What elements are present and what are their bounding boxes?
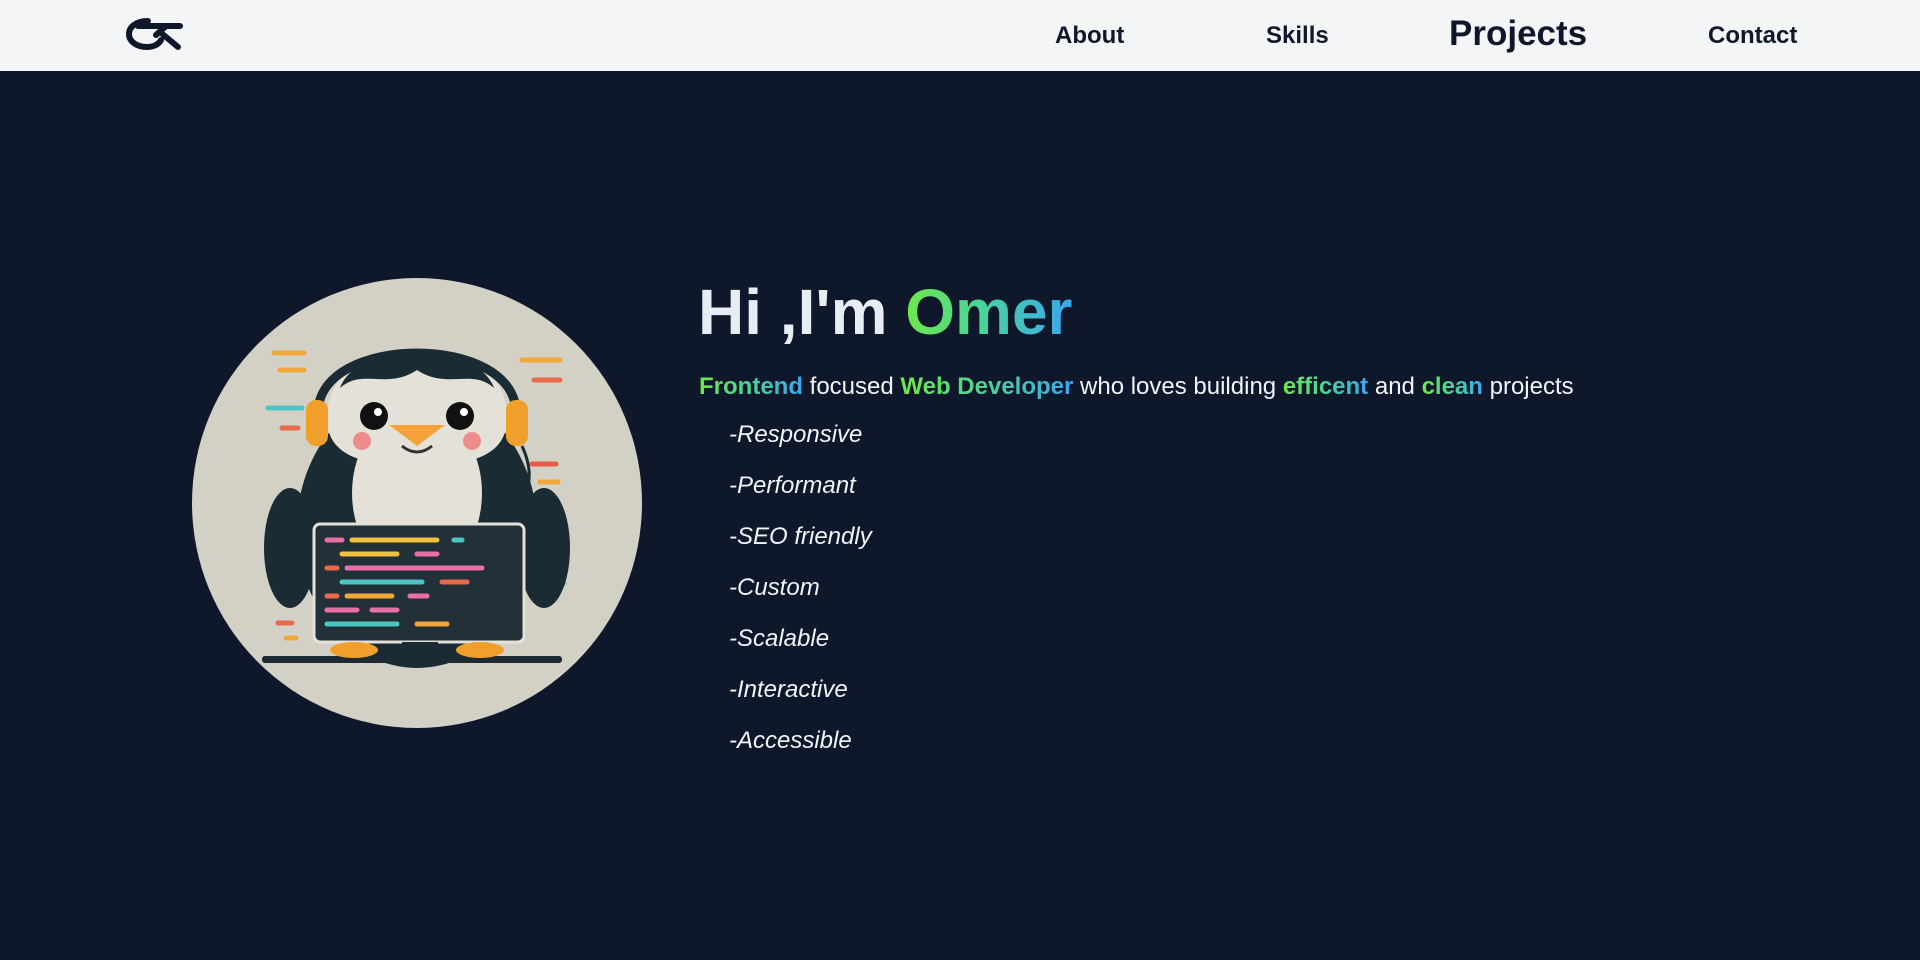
navbar: About Skills Projects Contact bbox=[0, 0, 1920, 71]
nav-about-link[interactable]: About bbox=[1055, 22, 1124, 50]
nav-skills-link[interactable]: Skills bbox=[1266, 22, 1329, 50]
hero-title: Hi ,I'm Omer bbox=[698, 276, 1072, 348]
hero-name: Omer bbox=[905, 276, 1073, 348]
hero-greeting: Hi ,I'm bbox=[698, 276, 906, 348]
tagline-text: focused bbox=[802, 373, 901, 400]
tagline-highlight: Frontend bbox=[699, 373, 803, 400]
tagline-text: and bbox=[1368, 373, 1422, 400]
feature-item: -SEO friendly bbox=[729, 523, 872, 550]
nav-projects-link[interactable]: Projects bbox=[1449, 14, 1587, 54]
feature-item: -Interactive bbox=[729, 676, 848, 703]
feature-list: -Responsive -Performant -SEO friendly -C… bbox=[729, 420, 872, 777]
feature-item: -Scalable bbox=[729, 625, 830, 652]
feature-item: -Responsive bbox=[729, 421, 863, 448]
tagline-highlight: clean bbox=[1421, 373, 1483, 400]
feature-item: -Performant bbox=[729, 472, 856, 499]
hero-tagline: Frontend focused Web Developer who loves… bbox=[699, 372, 1574, 402]
tagline-text: projects bbox=[1482, 373, 1574, 400]
tagline-text: who loves building bbox=[1073, 373, 1283, 400]
nav-contact-link[interactable]: Contact bbox=[1708, 22, 1797, 50]
tagline-highlight: efficent bbox=[1282, 373, 1369, 400]
feature-item: -Custom bbox=[729, 574, 820, 601]
tagline-highlight: Web Developer bbox=[900, 373, 1074, 400]
ok-logo-icon[interactable] bbox=[126, 15, 184, 51]
avatar bbox=[192, 278, 642, 728]
penguin-coder-illustration bbox=[262, 348, 570, 668]
feature-item: -Accessible bbox=[729, 727, 852, 754]
